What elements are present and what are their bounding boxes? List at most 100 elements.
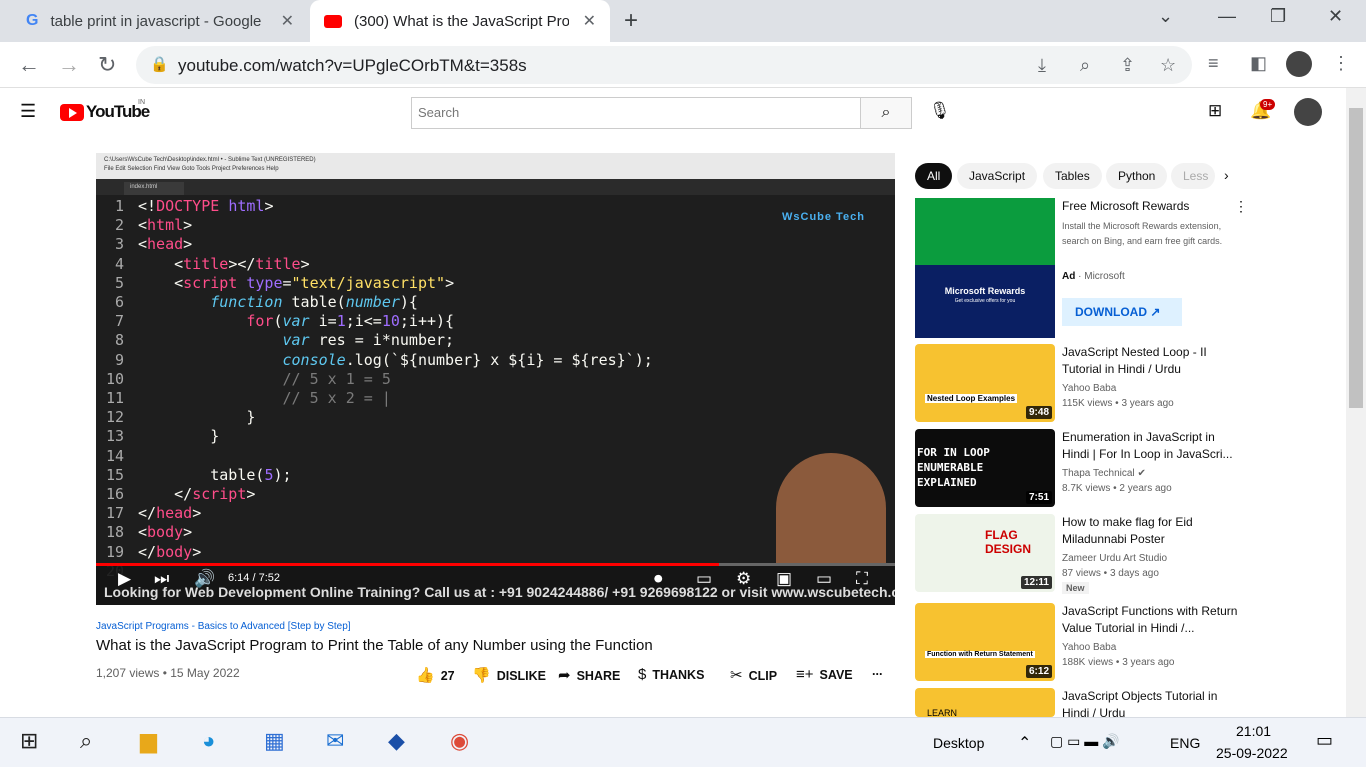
related-title[interactable]: How to make flag for Eid Miladunnabi Pos… [1062, 514, 1242, 548]
subtitles-icon[interactable]: ▭ [696, 569, 712, 589]
share-icon[interactable]: ⇪ [1120, 55, 1135, 76]
clip-button[interactable]: ✂ CLIP [730, 666, 777, 684]
address-bar[interactable]: 🔒 youtube.com/watch?v=UPgleCOrbTM&t=358s… [136, 46, 1192, 84]
related-title[interactable]: Enumeration in JavaScript in Hindi | For… [1062, 429, 1242, 463]
related-thumbnail[interactable]: FLAG DESIGN 12:11 [915, 514, 1055, 592]
related-stats: 87 views • 3 days ago [1062, 568, 1159, 579]
line-number: 1 [114, 197, 124, 215]
reload-icon[interactable]: ↻ [98, 52, 116, 78]
tab-search-icon[interactable]: ⌄ [1158, 6, 1173, 27]
more-actions-button[interactable]: ... [872, 664, 882, 678]
mail-icon[interactable]: ✉ [326, 728, 344, 754]
related-title[interactable]: JavaScript Nested Loop - II Tutorial in … [1062, 344, 1242, 378]
forward-icon[interactable]: → [58, 52, 80, 78]
next-icon[interactable]: ⏭ [154, 569, 169, 589]
profile-avatar[interactable] [1286, 51, 1312, 77]
close-tab-icon[interactable]: ✕ [281, 11, 294, 31]
more-options-icon[interactable]: ⋮ [1234, 198, 1248, 215]
back-icon[interactable]: ← [18, 52, 40, 78]
chevron-up-icon[interactable]: ⌃ [1018, 733, 1031, 753]
search-icon[interactable]: ⌕ [80, 728, 92, 754]
new-tab-button[interactable]: + [624, 7, 638, 35]
chip-python[interactable]: Python [1106, 163, 1168, 189]
line-number: 4 [114, 254, 124, 273]
tray-icons[interactable]: ▢ ▭ ▬ 🔊 [1050, 733, 1120, 750]
video-player[interactable]: C:\Users\WsCube Tech\Desktop\index.html … [96, 153, 895, 605]
clock-date[interactable]: 25-09-2022 [1216, 745, 1288, 761]
related-thumbnail[interactable]: Function with Return Statement 6:12 [915, 603, 1055, 681]
file-explorer-icon[interactable]: ▆ [140, 728, 157, 754]
related-channel[interactable]: Yahoo Baba [1062, 642, 1116, 653]
chevron-right-icon[interactable]: › [1224, 167, 1229, 183]
dislike-button[interactable]: 👎 DISLIKE [472, 666, 546, 684]
lock-icon: 🔒 [150, 56, 169, 73]
youtube-logo-icon[interactable] [60, 104, 84, 121]
menu-kebab-icon[interactable]: ⋮ [1332, 53, 1350, 74]
miniplayer-icon[interactable]: ▣ [776, 569, 792, 589]
bookmark-star-icon[interactable]: ☆ [1160, 55, 1176, 76]
side-panel-icon[interactable]: ◧ [1250, 53, 1267, 74]
create-video-icon[interactable]: ⊞ [1208, 101, 1222, 121]
page-scrollbar[interactable] [1346, 88, 1366, 717]
volume-icon[interactable]: 🔊 [194, 569, 215, 589]
like-button[interactable]: 👍 27 [416, 666, 455, 684]
ad-download-button[interactable]: DOWNLOAD ↗ [1062, 298, 1182, 326]
install-icon[interactable]: ⤓ [1038, 55, 1046, 76]
play-icon[interactable]: ▶ [118, 569, 131, 589]
related-thumbnail[interactable]: LEARN [915, 688, 1055, 717]
chip-lessons[interactable]: Less [1171, 163, 1215, 189]
line-number: 5 [114, 273, 124, 292]
code-line: <title></title> [138, 254, 310, 273]
app-icon[interactable]: ◆ [388, 728, 405, 754]
language-indicator[interactable]: ENG [1170, 735, 1200, 751]
account-avatar[interactable] [1294, 98, 1322, 126]
related-channel[interactable]: Yahoo Baba [1062, 383, 1116, 394]
related-title[interactable]: JavaScript Functions with Return Value T… [1062, 603, 1242, 637]
clock-time[interactable]: 21:01 [1236, 723, 1271, 739]
media-control-icon[interactable]: ≡ [1208, 53, 1219, 74]
notification-center-icon[interactable]: ▭ [1316, 730, 1333, 751]
tab-youtube-video[interactable]: (300) What is the JavaScript Prog ✕ [310, 0, 610, 42]
scrollbar-thumb[interactable] [1349, 108, 1363, 408]
search-button[interactable]: ⌕ [860, 97, 912, 129]
minimize-icon[interactable]: — [1218, 6, 1236, 27]
chip-tables[interactable]: Tables [1043, 163, 1102, 189]
related-channel[interactable]: Zameer Urdu Art Studio [1062, 553, 1167, 564]
edge-browser-icon[interactable]: ◕ [202, 728, 215, 754]
close-tab-icon[interactable]: ✕ [583, 11, 596, 31]
windows-start-icon[interactable]: ⊞ [20, 728, 38, 754]
chip-all[interactable]: All [915, 163, 953, 189]
thanks-button[interactable]: $ THANKS [638, 666, 704, 683]
restore-icon[interactable]: ❐ [1270, 6, 1286, 27]
related-thumbnail[interactable]: Nested Loop Examples 9:48 [915, 344, 1055, 422]
theater-mode-icon[interactable]: ▭ [816, 569, 832, 589]
search-input[interactable]: Search [411, 97, 861, 129]
related-channel[interactable]: Thapa Technical ✔ [1062, 468, 1146, 479]
microphone-icon[interactable]: 🎙 [929, 101, 951, 121]
ad-title[interactable]: Free Microsoft Rewards [1062, 198, 1242, 215]
line-number: 2 [114, 216, 124, 235]
browser-toolbar: ← → ↻ 🔒 youtube.com/watch?v=UPgleCOrbTM&… [0, 42, 1366, 88]
autoplay-toggle-icon[interactable]: ⏺ [654, 569, 663, 589]
line-number: 9 [114, 350, 124, 369]
zoom-icon[interactable]: ⌕ [1080, 55, 1090, 76]
code-line: } [138, 427, 220, 446]
line-number: 17 [105, 504, 124, 523]
hamburger-menu-icon[interactable]: ☰ [20, 101, 36, 122]
url-text[interactable]: youtube.com/watch?v=UPgleCOrbTM&t=358s [178, 56, 527, 76]
related-thumbnail[interactable]: FOR IN LOOP ENUMERABLE EXPLAINED 7:51 [915, 429, 1055, 507]
notification-badge: 9+ [1260, 99, 1276, 110]
save-button[interactable]: ≡+ SAVE [796, 666, 853, 683]
desktop-label[interactable]: Desktop [933, 735, 984, 751]
fullscreen-icon[interactable]: ⛶ [856, 569, 868, 589]
settings-gear-icon[interactable]: ⚙ [736, 569, 751, 589]
share-button[interactable]: ➦ SHARE [558, 666, 620, 684]
chip-javascript[interactable]: JavaScript [957, 163, 1038, 189]
store-icon[interactable]: ▦ [264, 728, 285, 754]
close-window-icon[interactable]: ✕ [1328, 6, 1343, 27]
chrome-icon[interactable]: ◉ [450, 728, 469, 754]
ad-thumbnail[interactable]: Microsoft Rewards Get exclusive offers f… [915, 198, 1055, 338]
tab-google-search[interactable]: G table print in javascript - Google ✕ [8, 0, 308, 42]
playlist-link[interactable]: JavaScript Programs - Basics to Advanced… [96, 621, 351, 632]
share-arrow-icon: ➦ [558, 667, 571, 684]
